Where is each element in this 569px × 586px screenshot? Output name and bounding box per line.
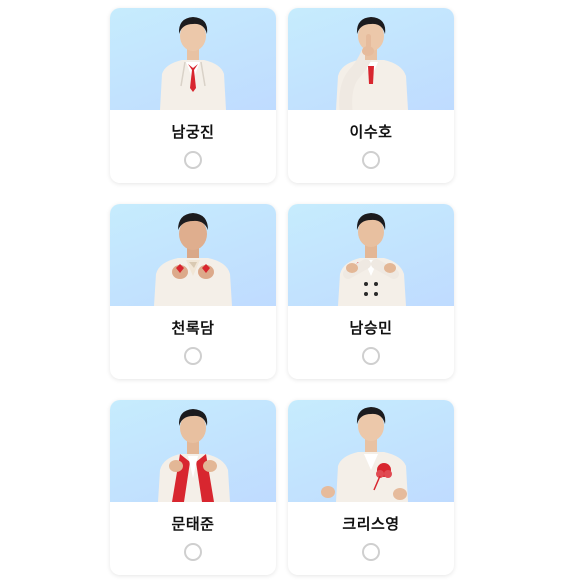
candidate-name: 문태준 [171, 515, 215, 533]
select-radio[interactable] [184, 543, 202, 561]
candidate-name: 천록담 [171, 319, 215, 337]
candidate-name: 크리스영 [342, 515, 400, 533]
candidate-photo [288, 400, 454, 502]
candidate-photo [288, 8, 454, 110]
candidate-photo [288, 204, 454, 306]
candidate-photo [110, 204, 276, 306]
select-radio[interactable] [184, 151, 202, 169]
select-radio[interactable] [362, 151, 380, 169]
candidate-name: 남승민 [349, 319, 393, 337]
select-radio[interactable] [362, 543, 380, 561]
candidate-card-5[interactable]: 문태준 [110, 400, 276, 575]
candidate-card-4[interactable]: 남승민 [288, 204, 454, 379]
candidate-card-3[interactable]: 천록담 [110, 204, 276, 379]
candidate-photo [110, 8, 276, 110]
select-radio[interactable] [362, 347, 380, 365]
candidate-name: 남궁진 [171, 123, 215, 141]
select-radio[interactable] [184, 347, 202, 365]
candidate-card-1[interactable]: 남궁진 [110, 8, 276, 183]
candidate-name: 이수호 [349, 123, 393, 141]
candidate-photo [110, 400, 276, 502]
candidate-card-6[interactable]: 크리스영 [288, 400, 454, 575]
candidate-card-2[interactable]: 이수호 [288, 8, 454, 183]
